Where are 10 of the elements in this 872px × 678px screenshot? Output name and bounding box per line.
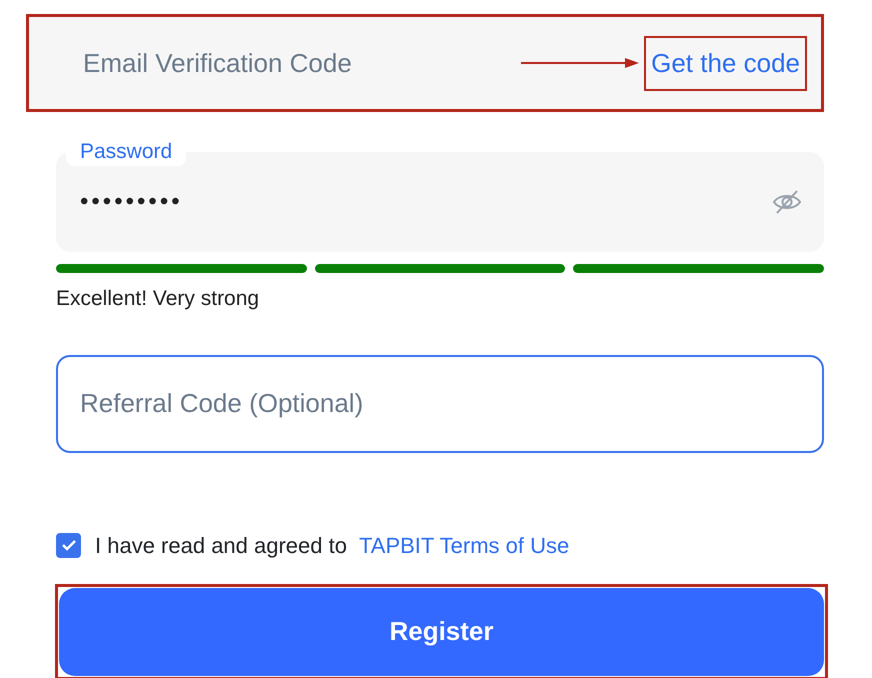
terms-checkbox[interactable]	[56, 532, 81, 558]
check-icon	[60, 538, 76, 552]
strength-message: Excellent! Very strong	[56, 286, 260, 312]
terms-of-use-link[interactable]: TAPBIT Terms of Use	[358, 528, 570, 562]
register-button[interactable]: Register	[59, 588, 824, 676]
terms-text: I have read and agreed to	[95, 532, 347, 560]
hide-password-icon[interactable]	[772, 189, 802, 215]
referral-code-field[interactable]: Referral Code (Optional)	[56, 354, 824, 452]
email-code-field[interactable]: Email Verification Code Get the code	[26, 14, 824, 112]
get-code-link[interactable]: Get the code	[644, 36, 807, 90]
